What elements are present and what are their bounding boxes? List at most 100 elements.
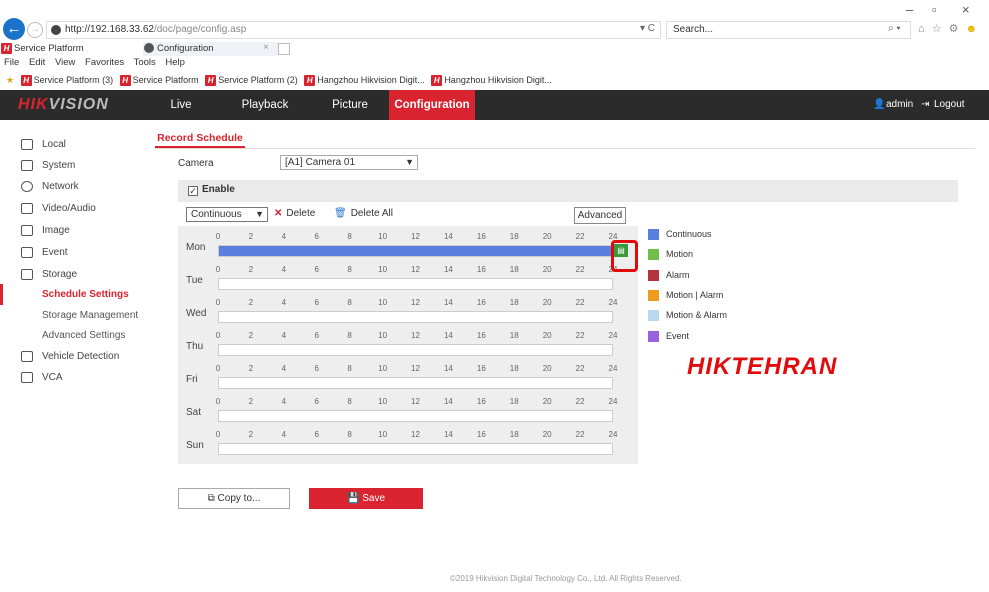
browser-toolbar-icons[interactable]: ⌂ ☆ ⚙ ☻	[918, 21, 979, 37]
content-area: Record Schedule Camera [A1] Camera 01 ▼ ✓…	[150, 120, 989, 592]
logout-icon[interactable]: ⇥	[921, 90, 929, 120]
url-host: http://192.168.33.62	[65, 24, 154, 35]
hour-tick-label: 4	[281, 298, 287, 307]
hour-tick-label: 22	[575, 265, 585, 274]
favorites-star-icon[interactable]: ★	[6, 75, 14, 85]
hour-tick-label: 20	[542, 331, 552, 340]
schedule-row-wed: Wed 0 2 4 6 8 10 12 14 16 18 20 22 24	[178, 292, 638, 325]
delete-button[interactable]: ✕ Delete	[274, 208, 315, 219]
nav-configuration[interactable]: Configuration	[389, 90, 475, 120]
hour-tick-label: 2	[248, 430, 254, 439]
save-button[interactable]: 💾 Save	[309, 488, 423, 509]
close-window-icon[interactable]: ×	[962, 2, 970, 17]
schedule-timeline[interactable]	[218, 344, 613, 356]
sidebar-item-local[interactable]: Local	[0, 134, 150, 155]
camera-select[interactable]: [A1] Camera 01 ▼	[280, 155, 418, 170]
hour-tick-label: 22	[575, 397, 585, 406]
restore-icon[interactable]: ▫	[932, 2, 937, 17]
enable-label: Enable	[202, 184, 235, 195]
favorite-link[interactable]: H Service Platform (2)	[205, 75, 298, 87]
home-star-gear-icon[interactable]: ⌂ ☆ ⚙	[918, 23, 960, 35]
schedule-timeline[interactable]	[218, 410, 613, 422]
hour-tick-label: 18	[509, 298, 519, 307]
menu-tools[interactable]: Tools	[134, 57, 156, 68]
hikvision-favicon-icon: H	[431, 75, 443, 87]
favorite-link[interactable]: H Hangzhou Hikvision Digit...	[304, 75, 425, 87]
sidebar-item-network[interactable]: Network	[0, 176, 150, 197]
sidebar-item-vehicle-detection[interactable]: Vehicle Detection	[0, 346, 150, 367]
sidebar-item-schedule-settings[interactable]: Schedule Settings	[0, 284, 150, 305]
sidebar-item-video-audio[interactable]: Video/Audio	[0, 198, 150, 219]
schedule-timeline[interactable]	[218, 311, 613, 323]
menu-bar: File Edit View Favorites Tools Help	[0, 56, 989, 70]
hour-tick-label: 22	[575, 364, 585, 373]
schedule-timeline[interactable]	[218, 443, 613, 455]
hour-tick-label: 4	[281, 430, 287, 439]
menu-help[interactable]: Help	[165, 57, 185, 68]
address-bar[interactable]: http://192.168.33.62/doc/page/config.asp	[46, 21, 661, 39]
hour-tick-label: 18	[509, 397, 519, 406]
favorite-link[interactable]: H Service Platform (3)	[20, 75, 113, 87]
close-tab-icon[interactable]: ×	[263, 42, 269, 53]
menu-file[interactable]: File	[4, 57, 19, 68]
record-type-select[interactable]: Continuous ▼	[186, 207, 268, 222]
nav-live-view[interactable]: Live View	[160, 90, 202, 141]
schedule-timeline[interactable]	[218, 278, 613, 290]
menu-view[interactable]: View	[55, 57, 75, 68]
hour-tick-label: 24	[608, 364, 618, 373]
copy-to-button[interactable]: ⧉ Copy to...	[178, 488, 290, 509]
hour-tick-label: 2	[248, 232, 254, 241]
sidebar-item-event[interactable]: Event	[0, 242, 150, 263]
hour-tick-label: 14	[443, 331, 453, 340]
sidebar-item-storage-management[interactable]: Storage Management	[0, 305, 150, 326]
schedule-row-sat: Sat 0 2 4 6 8 10 12 14 16 18 20 22 24	[178, 391, 638, 424]
forward-arrow-icon[interactable]: →	[27, 22, 43, 38]
hour-tick-label: 6	[314, 298, 319, 307]
username[interactable]: admin	[886, 90, 913, 120]
tab-service-platform[interactable]: H Service Platform	[0, 42, 140, 56]
sidebar-item-label: Schedule Settings	[42, 289, 129, 300]
scheduled-segment[interactable]	[219, 246, 612, 256]
menu-favorites[interactable]: Favorites	[85, 57, 124, 68]
new-tab-icon[interactable]	[278, 43, 290, 55]
hour-tick-label: 4	[281, 232, 287, 241]
browser-search-input[interactable]: Search...	[666, 21, 911, 39]
monitor-icon	[21, 139, 33, 150]
tab-configuration[interactable]: Configuration	[143, 42, 278, 56]
watermark: HIKTEHRAN	[687, 353, 838, 380]
legend-motion-and-alarm: Motion & Alarm	[648, 309, 768, 323]
favorite-link[interactable]: H Hangzhou Hikvision Digit...	[431, 75, 552, 87]
back-arrow-icon[interactable]: ←	[3, 18, 25, 40]
sidebar-item-image[interactable]: Image	[0, 220, 150, 241]
schedule-timeline[interactable]	[218, 245, 613, 257]
day-label: Thu	[186, 341, 204, 352]
nav-playback[interactable]: Playback	[240, 90, 290, 120]
hour-tick-label: 0	[215, 298, 221, 307]
sidebar-item-storage[interactable]: Storage	[0, 264, 150, 285]
hour-tick-label: 20	[542, 265, 552, 274]
hour-tick-label: 16	[476, 430, 486, 439]
sidebar-item-advanced-settings[interactable]: Advanced Settings	[0, 325, 150, 346]
legend-label: Motion | Alarm	[666, 290, 724, 300]
delete-all-button[interactable]: 🗑 Delete All	[334, 208, 393, 219]
smiley-icon[interactable]: ☻	[966, 23, 980, 35]
nav-picture[interactable]: Picture	[325, 90, 375, 120]
schedule-timeline[interactable]	[218, 377, 613, 389]
search-icon[interactable]: ⌕ ▾	[888, 21, 901, 37]
browser-tabs: H Service Platform Configuration ×	[0, 42, 989, 56]
sidebar-item-vca[interactable]: VCA	[0, 367, 150, 388]
chevron-down-icon: ▼	[255, 209, 264, 219]
menu-edit[interactable]: Edit	[29, 57, 45, 68]
sidebar-item-system[interactable]: System	[0, 155, 150, 176]
enable-checkbox[interactable]: ✓	[188, 186, 198, 196]
hour-tick-label: 2	[248, 364, 254, 373]
advanced-button[interactable]: Advanced	[574, 207, 626, 224]
minimize-icon[interactable]: –	[906, 2, 913, 17]
hour-tick-label: 10	[378, 331, 388, 340]
logout-link[interactable]: Logout	[934, 90, 965, 120]
legend-swatch	[648, 249, 659, 260]
tab-record-schedule[interactable]: Record Schedule	[155, 128, 245, 148]
favorite-link[interactable]: H Service Platform	[119, 75, 199, 87]
refresh-icon[interactable]: ▾ C	[640, 21, 655, 37]
hour-tick-label: 4	[281, 331, 287, 340]
